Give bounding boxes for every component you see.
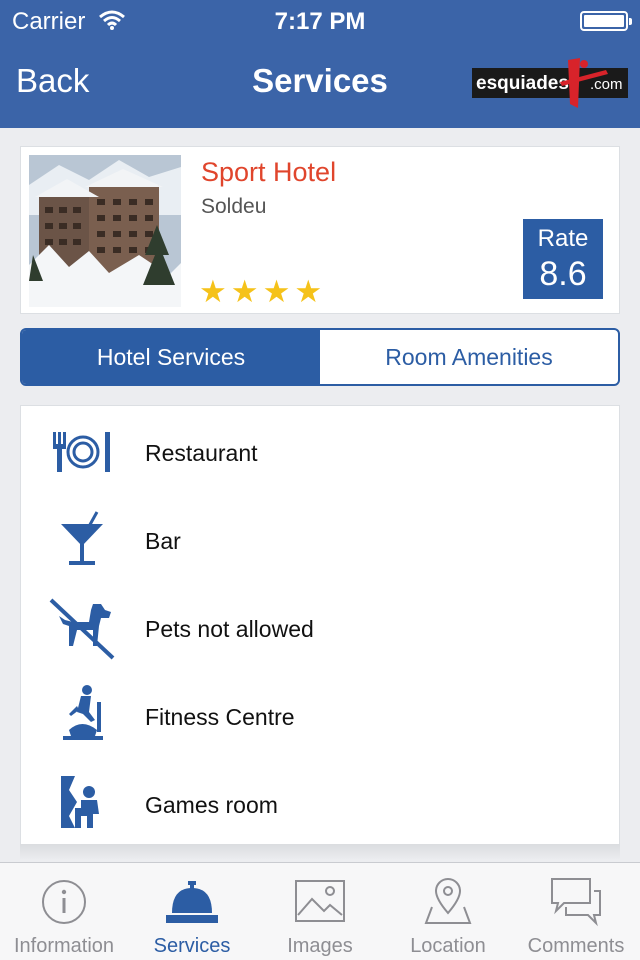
list-item: Fitness Centre bbox=[21, 672, 621, 760]
esquiades-logo: esquiades .com bbox=[472, 58, 628, 108]
tab-room-amenities[interactable]: Room Amenities bbox=[320, 330, 618, 384]
service-label: Bar bbox=[145, 528, 181, 554]
svg-text:.com: .com bbox=[590, 76, 623, 93]
hotel-name: Sport Hotel bbox=[201, 157, 337, 187]
list-item: Games room bbox=[21, 760, 621, 848]
restaurant-icon bbox=[53, 432, 110, 472]
map-pin-icon bbox=[424, 878, 472, 924]
list-scroll-shadow bbox=[20, 844, 620, 860]
list-item: Bar bbox=[21, 496, 621, 584]
chat-bubbles-icon bbox=[551, 878, 601, 927]
service-label: Restaurant bbox=[145, 440, 258, 466]
service-label: Pets not allowed bbox=[145, 616, 314, 642]
tab-comments[interactable]: Comments bbox=[512, 863, 640, 960]
fitness-icon bbox=[63, 685, 103, 740]
service-label: Games room bbox=[145, 792, 278, 818]
rating-value: 8.6 bbox=[539, 255, 587, 293]
hotel-photo bbox=[29, 155, 181, 307]
tab-label: Images bbox=[287, 935, 353, 957]
tab-location[interactable]: Location bbox=[384, 863, 512, 960]
tab-label: Information bbox=[13, 935, 115, 957]
hotel-location: Soldeu bbox=[201, 195, 267, 218]
cocktail-icon bbox=[61, 511, 103, 565]
battery-icon bbox=[580, 11, 632, 31]
status-bar: Carrier 7:17 PM bbox=[0, 0, 640, 40]
navigation-bar: Back Services esquiades .com bbox=[0, 40, 640, 128]
tab-services[interactable]: Services bbox=[128, 863, 256, 960]
star-icon: ★ bbox=[294, 274, 323, 309]
list-item: Pets not allowed bbox=[21, 584, 621, 672]
info-icon bbox=[42, 880, 86, 924]
svg-text:esquiades: esquiades bbox=[476, 73, 569, 94]
star-icon: ★ bbox=[262, 274, 291, 309]
clock: 7:17 PM bbox=[274, 8, 366, 35]
tab-images[interactable]: Images bbox=[256, 863, 384, 960]
list-item: Restaurant bbox=[21, 408, 621, 496]
services-segmented-control: Hotel Services Room Amenities bbox=[20, 328, 620, 386]
tab-hotel-services[interactable]: Hotel Services bbox=[22, 330, 320, 384]
image-icon bbox=[295, 880, 345, 922]
rating-badge: Rate 8.6 bbox=[523, 219, 603, 299]
service-label: Fitness Centre bbox=[145, 704, 295, 730]
games-room-icon bbox=[61, 776, 99, 828]
no-pets-icon bbox=[49, 598, 115, 660]
tab-label: Comments bbox=[527, 935, 625, 957]
reception-bell-icon bbox=[166, 881, 218, 923]
star-icon: ★ bbox=[230, 274, 259, 309]
star-rating: ★ ★ ★ ★ bbox=[199, 274, 323, 309]
tab-bar: Information Services Images Location Com… bbox=[0, 862, 640, 960]
hotel-card: Sport Hotel Soldeu ★ ★ ★ ★ Rate 8.6 bbox=[20, 146, 620, 314]
rating-label: Rate bbox=[537, 225, 589, 252]
tab-label: Services bbox=[153, 935, 231, 957]
star-icon: ★ bbox=[199, 274, 227, 309]
tab-label: Location bbox=[410, 935, 486, 957]
services-list: Restaurant Bar Pets not allowed Fitness … bbox=[20, 405, 620, 845]
tab-information[interactable]: Information bbox=[0, 863, 128, 960]
